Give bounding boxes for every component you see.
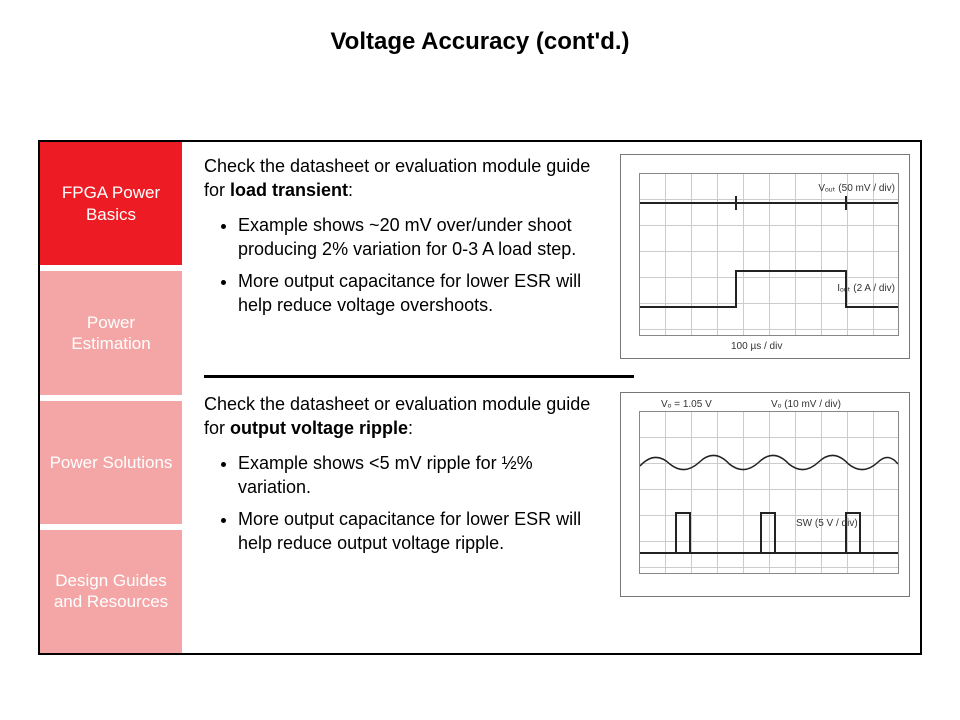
bullet-list: Example shows ~20 mV over/under shoot pr… bbox=[204, 213, 608, 318]
sw-label: SW (5 V / div) bbox=[796, 518, 858, 529]
content-frame: FPGA Power Basics Power Estimation Power… bbox=[38, 140, 922, 655]
sidebar-item-label: Power Estimation bbox=[46, 312, 176, 355]
vo-set-label: Vₒ = 1.05 V bbox=[661, 399, 712, 410]
vout-label: Vₒᵤₜ (50 mV / div) bbox=[818, 183, 895, 194]
intro-line: Check the datasheet or evaluation module… bbox=[204, 154, 608, 203]
section-text: Check the datasheet or evaluation module… bbox=[204, 154, 608, 359]
bullet-list: Example shows <5 mV ripple for ½% variat… bbox=[204, 451, 608, 556]
main-content: Check the datasheet or evaluation module… bbox=[182, 142, 920, 653]
intro-bold: output voltage ripple bbox=[230, 418, 408, 438]
scope-output-ripple: Vₒ = 1.05 V Vₒ (10 mV / div) SW (5 V / d… bbox=[620, 392, 910, 597]
scope-grid bbox=[639, 411, 899, 574]
section-text: Check the datasheet or evaluation module… bbox=[204, 392, 608, 597]
section-load-transient: Check the datasheet or evaluation module… bbox=[204, 154, 910, 359]
intro-line: Check the datasheet or evaluation module… bbox=[204, 392, 608, 441]
sw-pulse bbox=[675, 512, 691, 554]
sidebar-item-fpga-power-basics[interactable]: FPGA Power Basics bbox=[40, 142, 182, 265]
iout-trace bbox=[735, 270, 737, 308]
page-title: Voltage Accuracy (cont'd.) bbox=[0, 28, 960, 56]
sidebar-item-power-solutions[interactable]: Power Solutions bbox=[40, 401, 182, 524]
bullet-item: Example shows <5 mV ripple for ½% variat… bbox=[238, 451, 608, 500]
iout-trace bbox=[735, 270, 847, 272]
sw-pulse bbox=[760, 512, 776, 554]
sidebar-item-design-guides[interactable]: Design Guides and Resources bbox=[40, 530, 182, 653]
iout-trace bbox=[845, 306, 898, 308]
slide: Voltage Accuracy (cont'd.) FPGA Power Ba… bbox=[0, 0, 960, 720]
vout-undershoot bbox=[845, 196, 847, 210]
iout-label: Iₒᵤₜ (2 A / div) bbox=[837, 283, 895, 294]
sidebar-item-label: FPGA Power Basics bbox=[46, 182, 176, 225]
section-divider bbox=[204, 375, 634, 378]
intro-suffix: : bbox=[408, 418, 413, 438]
timebase-label: 100 µs / div bbox=[731, 341, 782, 352]
scope-grid bbox=[639, 173, 899, 336]
sidebar-item-label: Design Guides and Resources bbox=[46, 570, 176, 613]
sidebar-item-label: Power Solutions bbox=[50, 452, 173, 473]
vout-trace bbox=[640, 202, 898, 204]
vo-label: Vₒ (10 mV / div) bbox=[771, 399, 841, 410]
iout-trace bbox=[640, 306, 735, 308]
section-output-ripple: Check the datasheet or evaluation module… bbox=[204, 392, 910, 597]
vout-overshoot bbox=[735, 196, 737, 210]
sidebar-item-power-estimation[interactable]: Power Estimation bbox=[40, 271, 182, 394]
bullet-item: Example shows ~20 mV over/under shoot pr… bbox=[238, 213, 608, 262]
sidebar: FPGA Power Basics Power Estimation Power… bbox=[40, 142, 182, 653]
vo-ripple-trace bbox=[640, 442, 898, 482]
intro-suffix: : bbox=[348, 180, 353, 200]
bullet-item: More output capacitance for lower ESR wi… bbox=[238, 507, 608, 556]
intro-bold: load transient bbox=[230, 180, 348, 200]
scope-load-transient: Vₒᵤₜ (50 mV / div) Iₒᵤₜ (2 A / div) 100 … bbox=[620, 154, 910, 359]
bullet-item: More output capacitance for lower ESR wi… bbox=[238, 269, 608, 318]
